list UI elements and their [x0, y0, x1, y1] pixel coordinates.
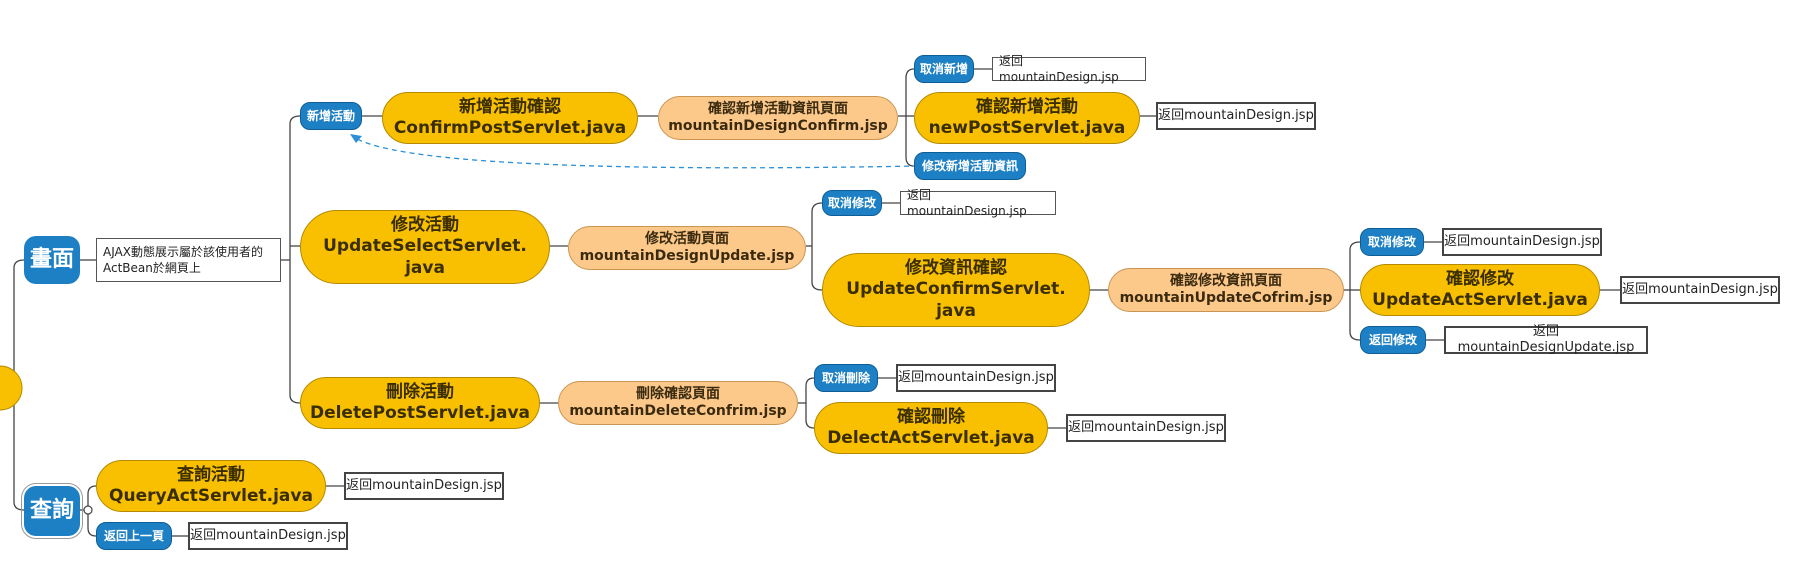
update-select-file: UpdateSelectServlet. [323, 236, 527, 257]
update-select-ext: java [405, 257, 445, 278]
query-act-servlet-node[interactable]: 查詢活動 QueryActServlet.java [96, 460, 326, 512]
update-select-title: 修改活動 [391, 215, 459, 236]
prev-page-tag[interactable]: 返回上一頁 [96, 522, 172, 550]
delete-confirm-page-node[interactable]: 刪除確認頁面 mountainDeleteConfrim.jsp [558, 381, 798, 425]
design-confirm-page-node[interactable]: 確認新增活動資訊頁面 mountainDesignConfirm.jsp [658, 96, 898, 140]
delete-confirm-page-file: mountainDeleteConfrim.jsp [569, 403, 787, 419]
back-update-label: 返回修改 [1368, 332, 1417, 347]
cancel-update2-return-label: 返回mountainDesign.jsp [1444, 233, 1600, 249]
screen-label: 畫面 [29, 247, 74, 273]
back-update-return: 返回mountainDesignUpdate.jsp [1444, 323, 1648, 355]
cancel-update-return: 返回mountainDesign.jsp [900, 188, 1056, 218]
cancel-update-return-label: 返回mountainDesign.jsp [907, 187, 1027, 218]
update-confirm-file: UpdateConfirmServlet. [846, 279, 1066, 300]
design-update-page-node[interactable]: 修改活動頁面 mountainDesignUpdate.jsp [568, 226, 806, 270]
delete-post-title: 刪除活動 [386, 381, 454, 402]
delect-act-file: DelectActServlet.java [827, 428, 1035, 448]
prev-page-return-label: 返回mountainDesign.jsp [190, 527, 346, 543]
prev-page-return: 返回mountainDesign.jsp [188, 522, 348, 550]
prev-page-label: 返回上一頁 [103, 528, 164, 543]
cancel-add-return-label: 返回mountainDesign.jsp [999, 53, 1119, 84]
query-act-file: QueryActServlet.java [109, 486, 313, 506]
back-update-tag[interactable]: 返回修改 [1360, 326, 1426, 354]
query-node[interactable]: 查詢 [21, 483, 83, 539]
edit-add-info-tag[interactable]: 修改新增活動資訊 [914, 152, 1026, 180]
cancel-update2-label: 取消修改 [1367, 234, 1416, 249]
cancel-delete-label: 取消刪除 [821, 370, 870, 385]
new-post-title: 確認新增活動 [976, 96, 1078, 117]
cancel-add-tag[interactable]: 取消新增 [914, 55, 974, 83]
confirm-post-title: 新增活動確認 [459, 96, 561, 117]
update-confirm-title: 修改資訊確認 [905, 258, 1007, 279]
delect-act-return: 返回mountainDesign.jsp [1066, 414, 1226, 442]
update-select-servlet-node[interactable]: 修改活動 UpdateSelectServlet. java [300, 210, 550, 284]
delete-confirm-page-title: 刪除確認頁面 [636, 385, 720, 402]
new-post-return-label: 返回mountainDesign.jsp [1158, 107, 1314, 123]
query-act-title: 查詢活動 [177, 464, 245, 485]
design-update-page-file: mountainDesignUpdate.jsp [579, 248, 795, 264]
cancel-update2-tag[interactable]: 取消修改 [1360, 228, 1424, 256]
new-post-return: 返回mountainDesign.jsp [1156, 102, 1316, 130]
cancel-update-tag[interactable]: 取消修改 [822, 190, 882, 216]
update-act-title: 確認修改 [1446, 268, 1514, 289]
ajax-note-line1: AJAX動態展示屬於該使用者的 [103, 244, 263, 259]
cancel-add-return: 返回mountainDesign.jsp [992, 54, 1146, 84]
cancel-delete-tag[interactable]: 取消刪除 [814, 364, 878, 392]
update-confirm-page-node[interactable]: 確認修改資訊頁面 mountainUpdateCofrim.jsp [1108, 268, 1344, 312]
confirm-post-servlet-node[interactable]: 新增活動確認 ConfirmPostServlet.java [382, 92, 638, 144]
cancel-add-label: 取消新增 [919, 61, 968, 76]
design-confirm-page-title: 確認新增活動資訊頁面 [708, 100, 848, 117]
update-confirm-servlet-node[interactable]: 修改資訊確認 UpdateConfirmServlet. java [822, 253, 1090, 327]
update-act-file: UpdateActServlet.java [1372, 290, 1588, 310]
new-post-file: newPostServlet.java [928, 118, 1126, 138]
back-update-return-label: 返回mountainDesignUpdate.jsp [1457, 323, 1635, 355]
ajax-note-line2: ActBean於網頁上 [103, 261, 201, 275]
edit-add-info-label: 修改新增活動資訊 [921, 158, 1018, 173]
add-activity-tag[interactable]: 新增活動 [300, 102, 362, 130]
mind-map: 畫面 AJAX動態展示屬於該使用者的 ActBean於網頁上 查詢 新增活動 新… [0, 0, 1805, 562]
query-act-return-label: 返回mountainDesign.jsp [346, 477, 502, 493]
cancel-delete-return: 返回mountainDesign.jsp [896, 364, 1056, 392]
design-confirm-page-file: mountainDesignConfirm.jsp [668, 118, 888, 134]
screen-node[interactable]: 畫面 [24, 236, 80, 284]
update-confirm-page-file: mountainUpdateCofrim.jsp [1119, 290, 1333, 306]
new-post-servlet-node[interactable]: 確認新增活動 newPostServlet.java [914, 92, 1140, 144]
update-act-return-label: 返回mountainDesign.jsp [1622, 281, 1778, 297]
ajax-note: AJAX動態展示屬於該使用者的 ActBean於網頁上 [96, 238, 281, 282]
add-tag-label: 新增活動 [306, 108, 355, 123]
confirm-post-file: ConfirmPostServlet.java [393, 118, 627, 138]
cancel-update-label: 取消修改 [827, 195, 876, 210]
delect-act-servlet-node[interactable]: 確認刪除 DelectActServlet.java [814, 402, 1048, 454]
update-act-return: 返回mountainDesign.jsp [1620, 276, 1780, 304]
query-act-return: 返回mountainDesign.jsp [344, 472, 504, 500]
delect-act-return-label: 返回mountainDesign.jsp [1068, 419, 1224, 435]
delete-post-servlet-node[interactable]: 刪除活動 DeletePostServlet.java [300, 377, 540, 429]
design-update-page-title: 修改活動頁面 [645, 230, 729, 247]
cancel-update2-return: 返回mountainDesign.jsp [1442, 228, 1602, 256]
update-confirm-page-title: 確認修改資訊頁面 [1170, 272, 1282, 289]
update-confirm-ext: java [936, 300, 976, 321]
update-act-servlet-node[interactable]: 確認修改 UpdateActServlet.java [1360, 264, 1600, 316]
delect-act-title: 確認刪除 [897, 406, 965, 427]
cancel-delete-return-label: 返回mountainDesign.jsp [898, 369, 1054, 385]
query-label: 查詢 [29, 498, 74, 524]
delete-post-file: DeletePostServlet.java [309, 403, 531, 423]
